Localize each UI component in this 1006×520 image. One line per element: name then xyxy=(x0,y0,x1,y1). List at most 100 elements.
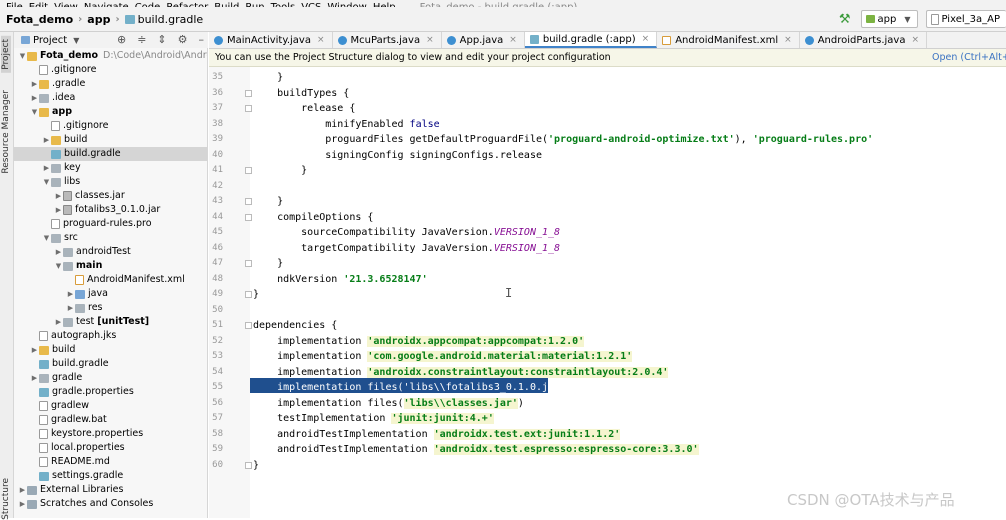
tree-item[interactable]: AndroidManifest.xml xyxy=(14,273,185,287)
hide-icon[interactable]: – xyxy=(199,33,205,46)
chevron-right-icon[interactable]: ▶ xyxy=(54,245,63,259)
close-icon[interactable]: × xyxy=(911,35,919,45)
chevron-right-icon[interactable]: ▶ xyxy=(66,301,75,315)
code-line[interactable]: buildTypes { xyxy=(253,86,349,101)
fold-marker-icon[interactable] xyxy=(245,167,252,174)
chevron-down-icon[interactable]: ▼ xyxy=(30,105,39,119)
code-line[interactable]: testImplementation 'junit:junit:4.+' xyxy=(253,411,494,426)
tree-item[interactable]: .gitignore xyxy=(14,63,96,77)
code-line[interactable]: targetCompatibility JavaVersion.VERSION_… xyxy=(253,241,560,256)
breadcrumb-module[interactable]: app xyxy=(87,13,110,26)
tree-item[interactable]: gradlew.bat xyxy=(14,413,107,427)
chevron-down-icon[interactable]: ▼ xyxy=(42,231,51,245)
close-icon[interactable]: × xyxy=(509,35,517,45)
editor-tab[interactable]: AndroidManifest.xml× xyxy=(657,32,800,48)
code-line[interactable]: proguardFiles getDefaultProguardFile('pr… xyxy=(253,132,873,147)
tree-item[interactable]: ▶java xyxy=(14,287,108,301)
code-line[interactable]: implementation files('libs\\fotalibs3_0.… xyxy=(253,380,572,395)
tree-item[interactable]: ▶fotalibs3_0.1.0.jar xyxy=(14,203,160,217)
chevron-down-icon[interactable]: ▼ xyxy=(18,49,27,63)
editor-tab[interactable]: McuParts.java× xyxy=(333,32,442,48)
locate-icon[interactable]: ⊕ xyxy=(117,33,126,46)
tree-item[interactable]: .gitignore xyxy=(14,119,108,133)
hammer-icon[interactable]: ⚒ xyxy=(839,12,851,27)
chevron-right-icon[interactable]: ▶ xyxy=(54,189,63,203)
editor-tab[interactable]: build.gradle (:app)× xyxy=(525,32,657,48)
banner-open-link[interactable]: Open (Ctrl+Alt+Sh xyxy=(932,49,1006,67)
code-line[interactable]: } xyxy=(253,458,259,473)
tree-item[interactable]: build.gradle xyxy=(14,147,207,161)
tree-item[interactable]: local.properties xyxy=(14,441,125,455)
tree-item[interactable]: ▼app xyxy=(14,105,72,119)
tree-item[interactable]: ▶build xyxy=(14,133,87,147)
expand-all-icon[interactable]: ⇕ xyxy=(157,33,166,46)
chevron-right-icon[interactable]: ▶ xyxy=(30,371,39,385)
tree-item[interactable]: ▶res xyxy=(14,301,103,315)
tree-item[interactable]: ▶.gradle xyxy=(14,77,85,91)
tree-item[interactable]: ▶External Libraries xyxy=(14,483,123,497)
tree-item[interactable]: autograph.jks xyxy=(14,329,116,343)
breadcrumb-file[interactable]: build.gradle xyxy=(125,13,204,26)
fold-marker-icon[interactable] xyxy=(245,198,252,205)
chevron-right-icon[interactable]: ▶ xyxy=(30,77,39,91)
close-icon[interactable]: × xyxy=(642,34,650,44)
chevron-right-icon[interactable]: ▶ xyxy=(42,133,51,147)
fold-marker-icon[interactable] xyxy=(245,260,252,267)
tree-item[interactable]: ▶androidTest xyxy=(14,245,131,259)
code-line[interactable]: } xyxy=(253,256,283,271)
code-line[interactable]: androidTestImplementation 'androidx.test… xyxy=(253,427,620,442)
tree-item[interactable]: README.md xyxy=(14,455,110,469)
tree-item[interactable]: settings.gradle xyxy=(14,469,123,483)
tree-item[interactable]: ▶.idea xyxy=(14,91,75,105)
tree-item[interactable]: proguard-rules.pro xyxy=(14,217,152,231)
code-line[interactable]: release { xyxy=(253,101,355,116)
tree-item[interactable]: gradlew xyxy=(14,399,89,413)
code-line[interactable]: } xyxy=(253,287,259,302)
editor-tab[interactable]: AndroidParts.java× xyxy=(800,32,927,48)
project-tool-tab[interactable]: Project xyxy=(1,36,11,73)
chevron-down-icon[interactable]: ▼ xyxy=(42,175,51,189)
tree-item[interactable]: ▶classes.jar xyxy=(14,189,125,203)
chevron-down-icon[interactable]: ▼ xyxy=(54,259,63,273)
code-line[interactable]: ndkVersion '21.3.6528147' xyxy=(253,272,428,287)
close-icon[interactable]: × xyxy=(784,35,792,45)
collapse-all-icon[interactable]: ≑ xyxy=(137,33,146,46)
code-line[interactable]: implementation 'com.google.android.mater… xyxy=(253,349,632,364)
tree-item[interactable]: ▶test [unitTest] xyxy=(14,315,149,329)
code-line[interactable]: compileOptions { xyxy=(253,210,373,225)
fold-marker-icon[interactable] xyxy=(245,105,252,112)
chevron-right-icon[interactable]: ▶ xyxy=(66,287,75,301)
code-line[interactable]: sourceCompatibility JavaVersion.VERSION_… xyxy=(253,225,560,240)
chevron-right-icon[interactable]: ▶ xyxy=(42,161,51,175)
chevron-right-icon[interactable]: ▶ xyxy=(18,497,27,511)
tree-item[interactable]: ▼Fota_demoD:\Code\Android\AndroidSt xyxy=(14,49,208,63)
tree-item[interactable]: ▼main xyxy=(14,259,102,273)
tree-item[interactable]: ▶gradle xyxy=(14,371,82,385)
tree-item[interactable]: gradle.properties xyxy=(14,385,134,399)
chevron-down-icon[interactable]: ▼ xyxy=(73,36,79,45)
chevron-right-icon[interactable]: ▶ xyxy=(18,483,27,497)
code-line[interactable]: implementation 'androidx.appcompat:appco… xyxy=(253,334,584,349)
run-config-dropdown[interactable]: app ▼ xyxy=(861,10,918,28)
fold-marker-icon[interactable] xyxy=(245,322,252,329)
code-line[interactable]: } xyxy=(253,194,283,209)
chevron-right-icon[interactable]: ▶ xyxy=(54,203,63,217)
fold-marker-icon[interactable] xyxy=(245,462,252,469)
editor-tab[interactable]: App.java× xyxy=(442,32,525,48)
editor-tab[interactable]: MainActivity.java× xyxy=(209,32,333,48)
resource-manager-tool-tab[interactable]: Resource Manager xyxy=(1,90,11,174)
chevron-right-icon[interactable]: ▶ xyxy=(54,315,63,329)
breadcrumb-project[interactable]: Fota_demo xyxy=(6,13,73,26)
code-line[interactable]: dependencies { xyxy=(253,318,337,333)
tree-item[interactable]: keystore.properties xyxy=(14,427,143,441)
tree-item[interactable]: build.gradle xyxy=(14,357,109,371)
tree-item[interactable]: ▶key xyxy=(14,161,81,175)
tree-item[interactable]: ▼libs xyxy=(14,175,80,189)
fold-marker-icon[interactable] xyxy=(245,214,252,221)
code-line[interactable]: minifyEnabled false xyxy=(253,117,440,132)
code-line[interactable]: } xyxy=(253,70,283,85)
close-icon[interactable]: × xyxy=(317,35,325,45)
gear-icon[interactable]: ⚙ xyxy=(178,33,188,46)
code-line[interactable]: } xyxy=(253,163,307,178)
chevron-right-icon[interactable]: ▶ xyxy=(30,91,39,105)
